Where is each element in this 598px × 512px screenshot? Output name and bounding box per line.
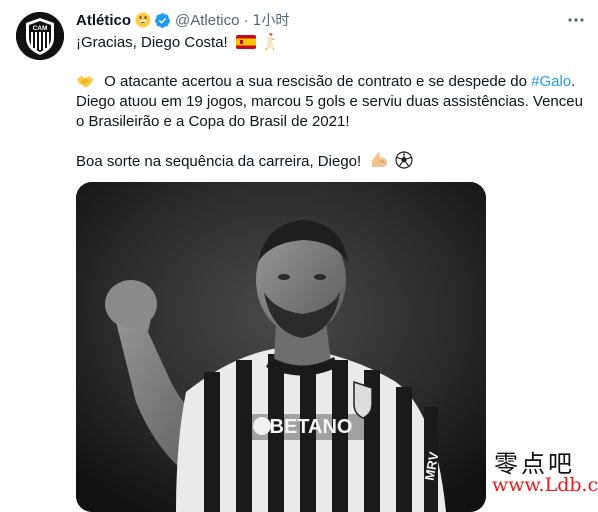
watermark-url-text: www.Ldb.cc [492, 474, 598, 496]
tweet-line-3: Diego atuou em 19 jogos, marcou 5 gols e… [76, 92, 583, 112]
jersey-sponsor-text: BETANO [270, 416, 353, 438]
tweet-card[interactable]: CAM Atlético @Atletico · 1小时 ¡Gracias, D… [0, 0, 598, 512]
tweet-line-2-suffix: . [571, 73, 576, 90]
tweet-line-5: Boa sorte na sequência da carreira, Dieg… [76, 151, 413, 172]
tweet-line-4-text: o Brasileirão e a Copa do Brasil de 2021… [76, 113, 350, 130]
author-name[interactable]: Atlético [76, 12, 131, 29]
spain-flag-icon [235, 35, 256, 49]
atletico-shield-logo: CAM [16, 12, 64, 60]
tweet-line-4: o Brasileirão e a Copa do Brasil de 2021… [76, 112, 350, 132]
tweet-timestamp[interactable]: 1小时 [252, 10, 289, 30]
diego-costa-photo: BETANO MRV [76, 182, 486, 512]
tweet-header: Atlético @Atletico · 1小时 [76, 10, 558, 30]
hashtag-galo-link[interactable]: #Galo [531, 73, 571, 90]
header-separator: · [243, 11, 249, 29]
more-horizontal-icon [568, 18, 584, 22]
tweet-line-2-text: O atacante acertou a sua rescisão de con… [104, 73, 527, 90]
handshake-icon [77, 76, 93, 88]
rooster-icon [265, 33, 275, 50]
verified-badge-icon [155, 12, 170, 28]
flexed-biceps-icon [372, 152, 388, 167]
tweet-line-1: ¡Gracias, Diego Costa! [76, 32, 278, 53]
avatar-logo-text: CAM [33, 25, 48, 32]
author-handle[interactable]: @Atletico [175, 12, 239, 29]
tweet-media-image[interactable]: BETANO MRV [76, 182, 486, 512]
watermark: 零点吧 www.Ldb.cc [478, 442, 598, 496]
tweet-line-3-text: Diego atuou em 19 jogos, marcou 5 gols e… [76, 93, 583, 110]
grinning-face-emoji-icon [135, 12, 151, 28]
tweet-line-2: O atacante acertou a sua rescisão de con… [76, 72, 575, 92]
soccer-ball-icon [394, 151, 413, 169]
profile-avatar[interactable]: CAM [16, 12, 64, 60]
more-options-button[interactable] [564, 10, 588, 30]
tweet-line-5-text: Boa sorte na sequência da carreira, Dieg… [76, 153, 362, 170]
tweet-line-1-text: ¡Gracias, Diego Costa! [76, 34, 228, 51]
